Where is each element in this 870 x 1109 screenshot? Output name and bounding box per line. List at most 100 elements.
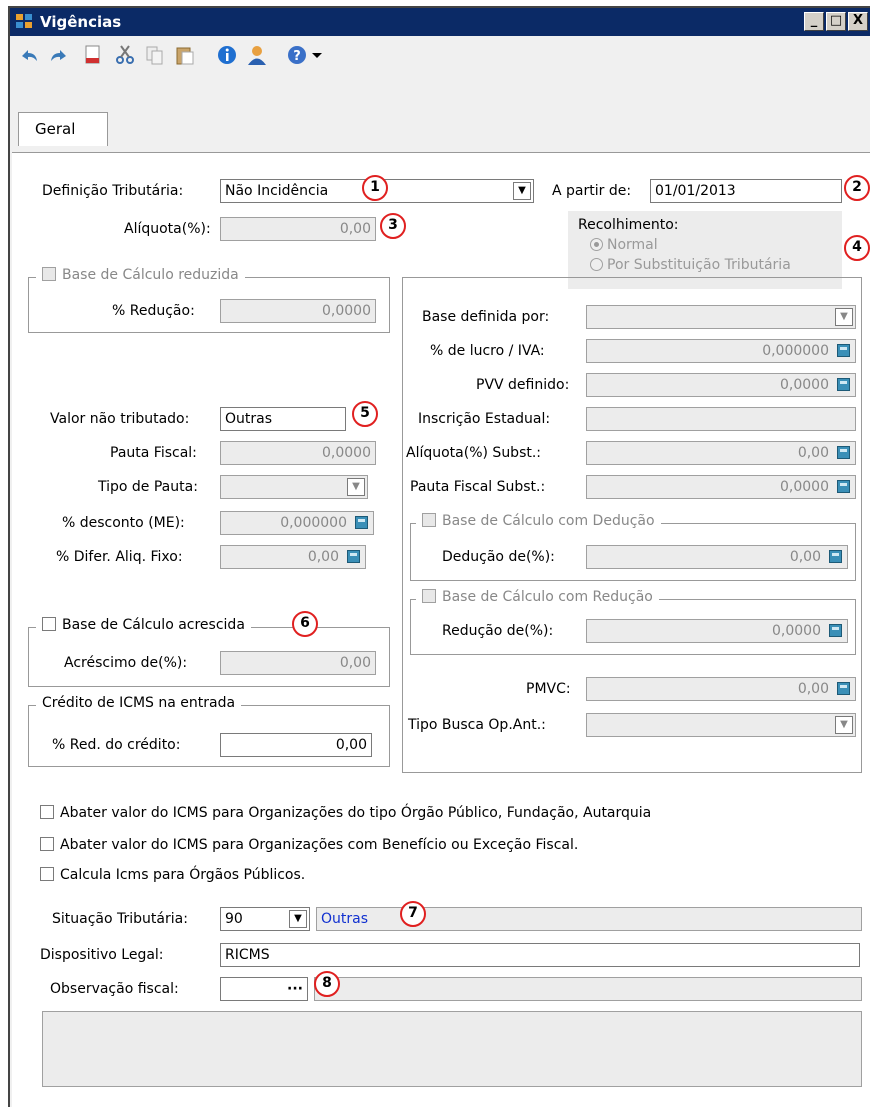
checkbox-icon [422,513,436,527]
chevron-down-icon[interactable]: ▼ [347,478,365,496]
checkbox-icon [422,589,436,603]
calculator-icon[interactable] [355,516,368,529]
pvv-field[interactable]: 0,0000 [586,373,856,397]
base-acrescida-title: Base de Cálculo acrescida [62,617,245,633]
callout-badge-5: 5 [352,401,378,427]
deducao-value: 0,00 [789,549,821,565]
base-acrescida-checkbox[interactable]: Base de Cálculo acrescida [36,617,251,633]
pauta-subst-field[interactable]: 0,0000 [586,475,856,499]
deducao-label: Dedução de(%): [442,549,555,565]
reducao2-label: Redução de(%): [442,623,554,639]
lucro-iva-label: % de lucro / IVA: [430,343,545,359]
acrescimo-field[interactable]: 0,00 [220,651,376,675]
inscricao-label: Inscrição Estadual: [418,411,551,427]
chevron-down-icon[interactable]: ▼ [513,182,531,200]
callout-badge-8: 8 [314,971,340,997]
base-reduzida-title: Base de Cálculo reduzida [62,267,239,283]
aliq-subst-label: Alíquota(%) Subst.: [406,445,542,461]
pauta-fiscal-field[interactable]: 0,0000 [220,441,376,465]
observacao-text-area[interactable] [42,1011,862,1087]
apartir-date-field[interactable]: 01/01/2013 [650,179,842,203]
desconto-me-field[interactable]: 0,000000 [220,511,374,535]
base-reducao-checkbox[interactable]: Base de Cálculo com Redução [416,589,659,605]
radio-substituicao[interactable]: Por Substituição Tributária [590,257,791,273]
chk-calcula-icms[interactable]: Calcula Icms para Órgãos Públicos. [40,867,305,883]
callout-badge-3: 3 [380,213,406,239]
close-button[interactable]: X [848,12,868,31]
info-icon[interactable] [216,44,238,66]
difer-aliq-label: % Difer. Aliq. Fixo: [56,549,183,565]
aliquota-field[interactable]: 0,00 [220,217,376,241]
lucro-iva-value: 0,000000 [762,343,829,359]
apartir-value: 01/01/2013 [655,183,736,199]
situacao-code: 90 [225,911,243,927]
base-definida-label: Base definida por: [422,309,550,325]
pauta-fiscal-label: Pauta Fiscal: [110,445,197,461]
difer-aliq-field[interactable]: 0,00 [220,545,366,569]
base-reduzida-checkbox[interactable]: Base de Cálculo reduzida [36,267,245,283]
chk-calcula-icms-label: Calcula Icms para Órgãos Públicos. [60,867,306,883]
tab-strip: Geral [10,76,870,156]
valor-nao-trib-field[interactable]: Outras [220,407,346,431]
calculator-icon[interactable] [837,344,850,357]
radio-subst-icon [590,258,603,271]
base-deducao-checkbox[interactable]: Base de Cálculo com Dedução [416,513,661,529]
help-icon[interactable]: ? [286,44,308,66]
maximize-button[interactable]: □ [826,12,846,31]
paste-icon[interactable] [174,44,196,66]
radio-normal[interactable]: Normal [590,237,658,253]
chevron-down-icon[interactable]: ▼ [835,716,853,734]
situacao-label: Situação Tributária: [52,911,188,927]
chevron-down-icon[interactable]: ▼ [289,910,307,928]
dispositivo-label: Dispositivo Legal: [40,947,164,963]
redo-icon[interactable] [48,44,70,66]
dispositivo-field[interactable]: RICMS [220,943,860,967]
desconto-me-label: % desconto (ME): [62,515,185,531]
pmvc-field[interactable]: 0,00 [586,677,856,701]
minimize-button[interactable]: _ [804,12,824,31]
chk-abater-orgao-label: Abater valor do ICMS para Organizações d… [60,805,652,821]
reducao2-field[interactable]: 0,0000 [586,619,848,643]
aliq-subst-value: 0,00 [797,445,829,461]
new-document-icon[interactable] [82,44,104,66]
calculator-icon[interactable] [829,550,842,563]
chk-abater-beneficio[interactable]: Abater valor do ICMS para Organizações c… [40,837,578,853]
chk-abater-orgao[interactable]: Abater valor do ICMS para Organizações d… [40,805,651,821]
tipo-pauta-select[interactable]: ▼ [220,475,368,499]
difer-aliq-value: 0,00 [307,549,339,565]
window-title: Vigências [40,13,122,31]
calculator-icon[interactable] [829,624,842,637]
title-bar[interactable]: Vigências _ □ X [10,8,870,36]
calculator-icon[interactable] [347,550,360,563]
copy-icon[interactable] [144,44,166,66]
recolhimento-label: Recolhimento: [578,217,679,233]
chevron-down-icon[interactable]: ▼ [835,308,853,326]
checkbox-icon [40,837,54,851]
base-definida-select[interactable]: ▼ [586,305,856,329]
inscricao-field[interactable] [586,407,856,431]
dropdown-arrow-icon[interactable] [310,44,324,66]
tab-geral[interactable]: Geral [18,112,108,146]
reducao-field[interactable]: 0,0000 [220,299,376,323]
cut-icon[interactable] [114,44,136,66]
deducao-field[interactable]: 0,00 [586,545,848,569]
base-deducao-title: Base de Cálculo com Dedução [442,513,655,529]
user-icon[interactable] [246,44,268,66]
calculator-icon[interactable] [837,682,850,695]
calculator-icon[interactable] [837,480,850,493]
observacao-lookup-button[interactable]: ··· [220,977,308,1001]
situacao-select[interactable]: 90 ▼ [220,907,310,931]
red-credito-field[interactable]: 0,00 [220,733,372,757]
calculator-icon[interactable] [837,446,850,459]
calculator-icon[interactable] [837,378,850,391]
pvv-value: 0,0000 [780,377,829,393]
form-content: Definição Tributária: Não Incidência ▼ A… [12,152,870,1109]
desconto-me-value: 0,000000 [280,515,347,531]
lucro-iva-field[interactable]: 0,000000 [586,339,856,363]
undo-icon[interactable] [18,44,40,66]
aliq-subst-field[interactable]: 0,00 [586,441,856,465]
callout-badge-7: 7 [400,901,426,927]
pmvc-label: PMVC: [526,681,571,697]
tipo-busca-select[interactable]: ▼ [586,713,856,737]
definicao-label: Definição Tributária: [42,183,184,199]
